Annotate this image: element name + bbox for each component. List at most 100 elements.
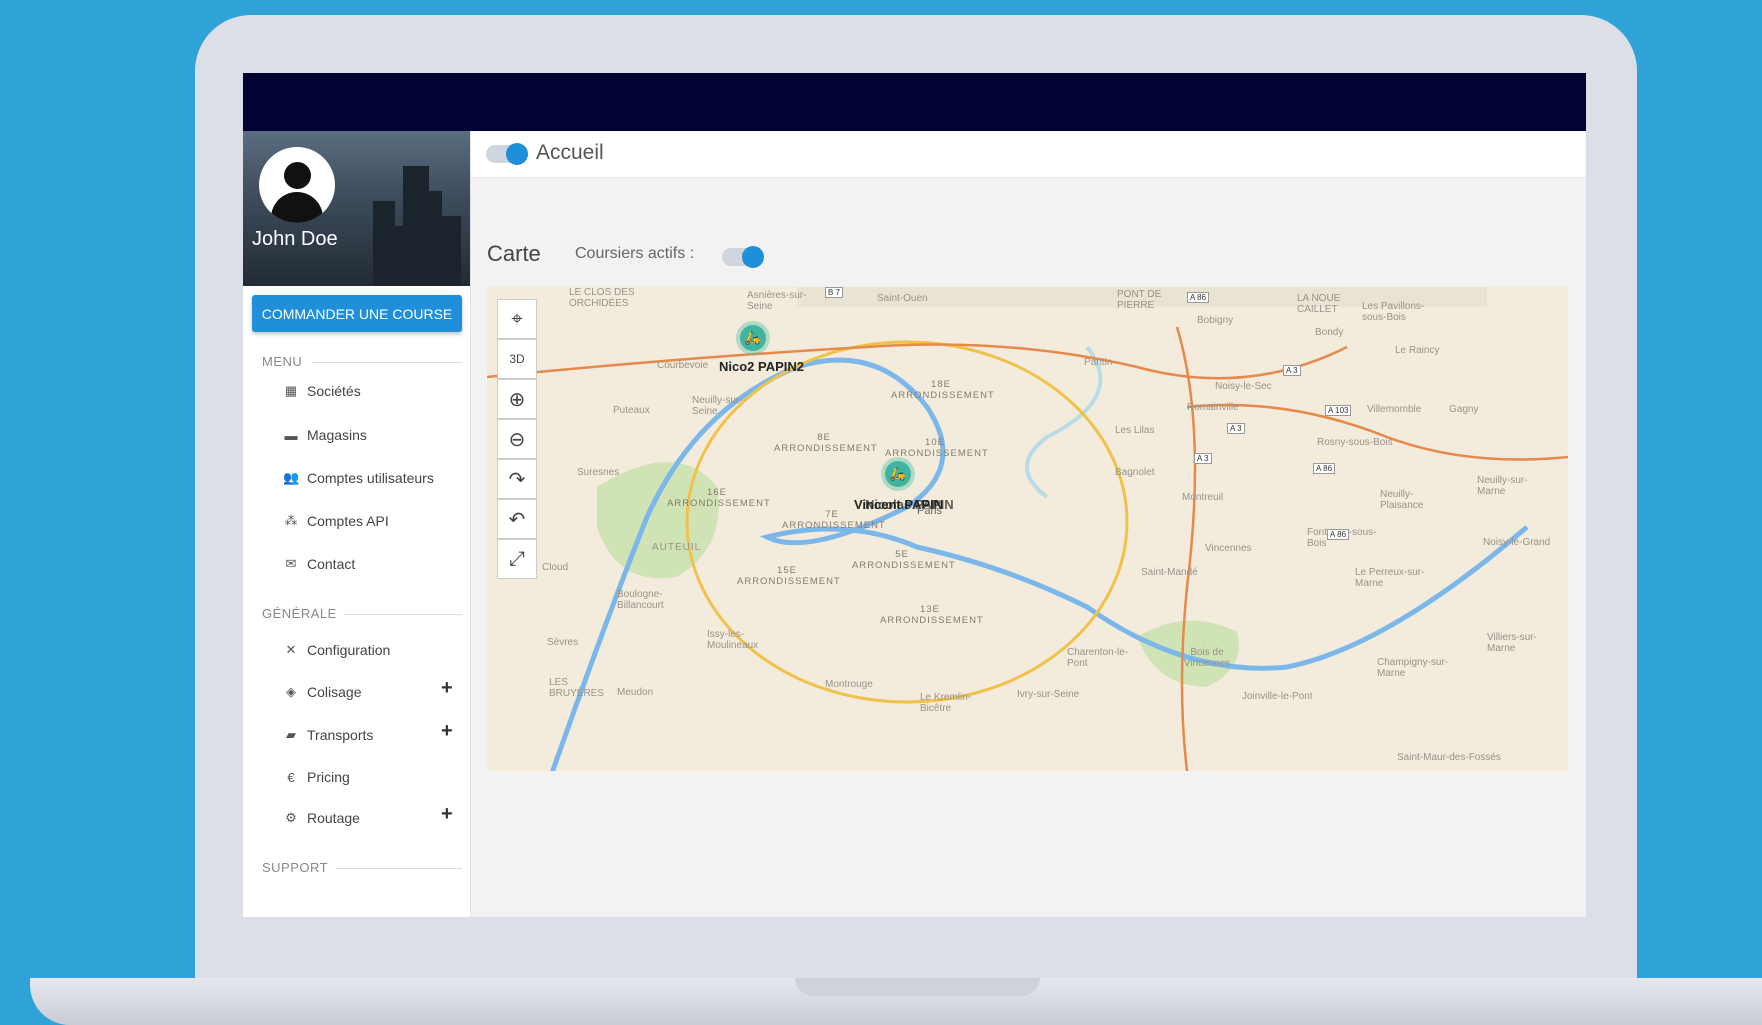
fullscreen-icon[interactable]: ⤢ — [497, 539, 537, 579]
map-label: Les Lilas — [1115, 425, 1155, 436]
sidebar: John Doe COMMANDER UNE COURSE MENU ▦ Soc… — [243, 131, 471, 917]
map-label: Meudon — [617, 687, 654, 698]
zoom-in-icon[interactable]: ⊕ — [497, 379, 537, 419]
rotate-3d-icon[interactable]: 3D — [497, 339, 537, 379]
map-label: Bondy — [1315, 327, 1344, 338]
sidebar-item-label: Pricing — [307, 769, 350, 785]
sidebar-item-configuration[interactable]: ✕ Configuration — [283, 638, 463, 662]
map-label: 7E ARRONDISSEMENT — [782, 509, 886, 531]
map-label: Villiers-sur-Marne — [1487, 632, 1537, 654]
map-label: Saint-Maur-des-Fossés — [1397, 752, 1501, 763]
sidebar-item-label: Comptes API — [307, 513, 389, 529]
map-label: Cloud — [542, 562, 569, 573]
sidebar-item-label: Sociétés — [307, 383, 361, 399]
map-label: Le Kremlin-Bicêtre — [920, 692, 972, 714]
map-label: Saint-Mandé — [1141, 567, 1198, 578]
general-section-label: GÉNÉRALE — [262, 606, 337, 621]
sidebar-item-routage[interactable]: ⚙ Routage — [283, 806, 463, 830]
top-navbar — [243, 73, 1586, 131]
sidebar-toggle[interactable] — [486, 143, 528, 165]
map-label: Vincennes — [1205, 543, 1252, 554]
expand-colisage-icon[interactable]: + — [441, 677, 453, 700]
tools-icon: ✕ — [285, 642, 297, 657]
sidebar-item-label: Contact — [307, 556, 356, 572]
map-label: 16E ARRONDISSEMENT — [667, 487, 771, 509]
road-badge: A 3 — [1283, 365, 1301, 376]
map-label: Le Perreux-sur-Marne — [1355, 567, 1425, 589]
map-label: Boulogne-Billancourt — [617, 589, 664, 611]
truck-icon: ▰ — [286, 727, 296, 742]
map-label: Puteaux — [613, 405, 650, 416]
map-label: LE CLOS DES ORCHIDÉES — [569, 287, 635, 309]
sidebar-item-label: Comptes utilisateurs — [307, 470, 434, 486]
zoom-out-icon[interactable]: ⊖ — [497, 419, 537, 459]
page-header: Accueil — [471, 131, 1586, 178]
sidebar-item-pricing[interactable]: € Pricing — [283, 765, 463, 789]
map[interactable]: ⌖ 3D ⊕ ⊖ ↷ ↶ ⤢ 🛵 Nico2 PAPIN2 🛵 Vincent … — [487, 287, 1568, 771]
sidebar-item-label: Configuration — [307, 642, 391, 658]
courier-marker-icon[interactable]: 🛵 — [740, 325, 766, 351]
page-title: Accueil — [536, 141, 604, 164]
map-label: Gagny — [1449, 404, 1479, 415]
sidebar-item-comptes-api[interactable]: ⁂ Comptes API — [283, 509, 463, 533]
map-label: LES BRUYÈRES — [549, 677, 605, 699]
box-icon: ◈ — [286, 684, 296, 699]
map-label: Romainville — [1187, 402, 1239, 413]
avatar[interactable] — [259, 147, 335, 223]
map-label: Bobigny — [1197, 315, 1234, 326]
undo-icon[interactable]: ↶ — [497, 499, 537, 539]
road-badge: A 86 — [1327, 529, 1350, 540]
map-label: Neuilly-Plaisance — [1380, 489, 1424, 511]
map-label: 8E ARRONDISSEMENT — [774, 432, 878, 454]
laptop-notch — [795, 978, 1040, 996]
map-label: Bagnolet — [1115, 467, 1155, 478]
map-label: Sèvres — [547, 637, 579, 648]
map-label: Le Raincy — [1395, 345, 1440, 356]
support-section-label: SUPPORT — [262, 860, 329, 875]
sidebar-item-transports[interactable]: ▰ Transports — [283, 723, 463, 747]
courier-label: Nico2 PAPIN2 — [719, 359, 805, 374]
sidebar-item-magasins[interactable]: ▬ Magasins — [283, 423, 463, 447]
redo-icon[interactable]: ↷ — [497, 459, 537, 499]
app-screen: John Doe COMMANDER UNE COURSE MENU ▦ Soc… — [243, 73, 1586, 917]
sidebar-item-colisage[interactable]: ◈ Colisage — [283, 680, 463, 704]
sidebar-item-contact[interactable]: ✉ Contact — [283, 552, 463, 576]
sidebar-item-comptes-utilisateurs[interactable]: 👥 Comptes utilisateurs — [283, 466, 463, 490]
map-label: Pantin — [1084, 357, 1113, 368]
map-label: Neuilly-sur-Seine — [692, 395, 743, 417]
active-couriers-toggle[interactable] — [722, 246, 764, 268]
map-label: Villemomble — [1367, 404, 1422, 415]
profile-header: John Doe — [243, 131, 470, 286]
menu-divider — [312, 362, 462, 363]
general-divider — [344, 614, 462, 615]
expand-routage-icon[interactable]: + — [441, 803, 453, 826]
map-label: Noisy-le-Sec — [1215, 381, 1272, 392]
road-badge: A 103 — [1325, 405, 1352, 416]
recenter-icon[interactable]: ⌖ — [497, 299, 537, 339]
courier-marker-icon[interactable]: 🛵 — [885, 461, 911, 487]
map-label: AUTEUIL — [652, 542, 702, 553]
order-ride-button[interactable]: COMMANDER UNE COURSE — [252, 295, 462, 332]
menu-section-label: MENU — [262, 354, 303, 369]
user-name: John Doe — [252, 228, 338, 250]
building-icon: ▦ — [284, 383, 298, 398]
euro-icon: € — [287, 769, 295, 785]
support-divider — [336, 868, 462, 869]
settings-icon: ⚙ — [285, 810, 297, 825]
map-label: 18E ARRONDISSEMENT — [891, 379, 995, 401]
map-label: LA NOUE CAILLET — [1297, 293, 1341, 315]
api-icon: ⁂ — [284, 513, 298, 528]
map-label: Bois de Vincennes — [1183, 647, 1231, 669]
road-badge: A 86 — [1187, 292, 1210, 303]
sidebar-item-societes[interactable]: ▦ Sociétés — [283, 379, 463, 403]
active-couriers-label: Coursiers actifs : — [575, 245, 695, 262]
map-label: Joinville-le-Pont — [1242, 691, 1313, 702]
mail-icon: ✉ — [285, 556, 297, 571]
map-label: Montrouge — [825, 679, 873, 690]
map-label: Issy-les-Moulineaux — [707, 629, 759, 651]
sidebar-item-label: Magasins — [307, 427, 367, 443]
expand-transports-icon[interactable]: + — [441, 720, 453, 743]
map-label: Courbevoie — [657, 360, 709, 371]
map-label: Les Pavillons-sous-Bois — [1362, 301, 1425, 323]
road-badge: A 3 — [1194, 453, 1212, 464]
